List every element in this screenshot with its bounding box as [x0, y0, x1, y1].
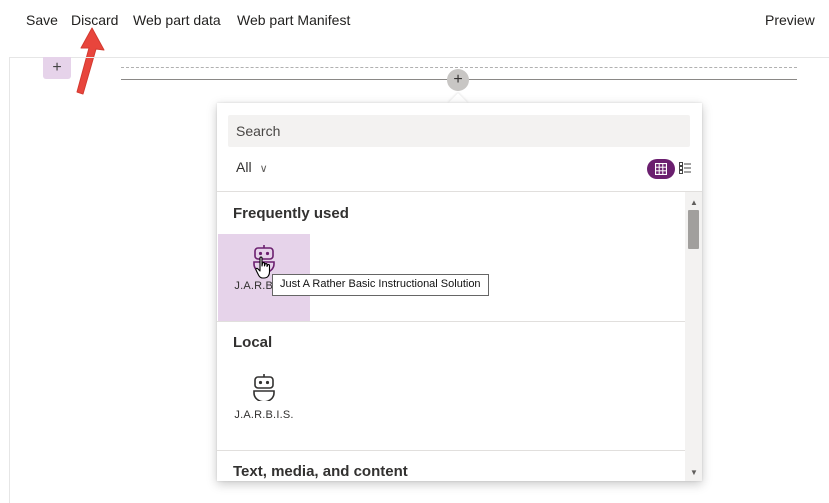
chevron-down-icon: ∨ — [259, 163, 268, 175]
category-separator — [217, 450, 685, 451]
webpart-tile-label: J.A.R.B.I.S. — [234, 409, 294, 421]
web-part-manifest-button[interactable]: Web part Manifest — [237, 12, 350, 28]
category-title-local: Local — [233, 334, 273, 351]
add-section-button[interactable]: + — [43, 57, 71, 79]
plus-icon: + — [52, 59, 62, 76]
canvas-left-border — [9, 57, 10, 503]
web-part-data-button[interactable]: Web part data — [133, 12, 221, 28]
annotation-arrow-icon — [76, 27, 105, 95]
webpart-tooltip: Just A Rather Basic Instructional Soluti… — [272, 274, 489, 296]
add-webpart-button[interactable]: + — [447, 69, 469, 91]
save-button[interactable]: Save — [26, 12, 58, 28]
canvas-top-border — [9, 57, 829, 58]
list-view-icon[interactable] — [679, 162, 691, 174]
hand-pointer-icon — [255, 256, 271, 279]
category-separator — [217, 321, 685, 322]
scrollbar-thumb[interactable] — [688, 210, 699, 249]
webpart-tile-jarbis-local[interactable]: J.A.R.B.I.S. — [218, 363, 310, 450]
preview-button[interactable]: Preview — [765, 12, 815, 28]
category-title-text-media-content: Text, media, and content — [233, 463, 408, 480]
scroll-down-icon[interactable]: ▼ — [690, 468, 698, 477]
grid-view-toggle[interactable] — [647, 159, 675, 179]
grid-icon — [655, 163, 667, 175]
search-input[interactable]: Search — [228, 115, 690, 147]
filter-value: All — [236, 159, 252, 175]
plus-icon: + — [453, 71, 463, 88]
scroll-up-icon[interactable]: ▲ — [690, 198, 698, 207]
robot-icon — [253, 374, 275, 401]
vertical-scrollbar[interactable]: ▲ ▼ — [685, 192, 702, 481]
webpart-list: Frequently used J.A.R.B.I.S. Local J.A.R… — [217, 192, 685, 481]
section-dashed-divider — [121, 67, 797, 68]
category-filter-dropdown[interactable]: All ∨ — [236, 159, 268, 175]
workbench-toolbar: Save Discard Web part data Web part Mani… — [0, 0, 829, 40]
category-title-frequently-used: Frequently used — [233, 205, 349, 222]
